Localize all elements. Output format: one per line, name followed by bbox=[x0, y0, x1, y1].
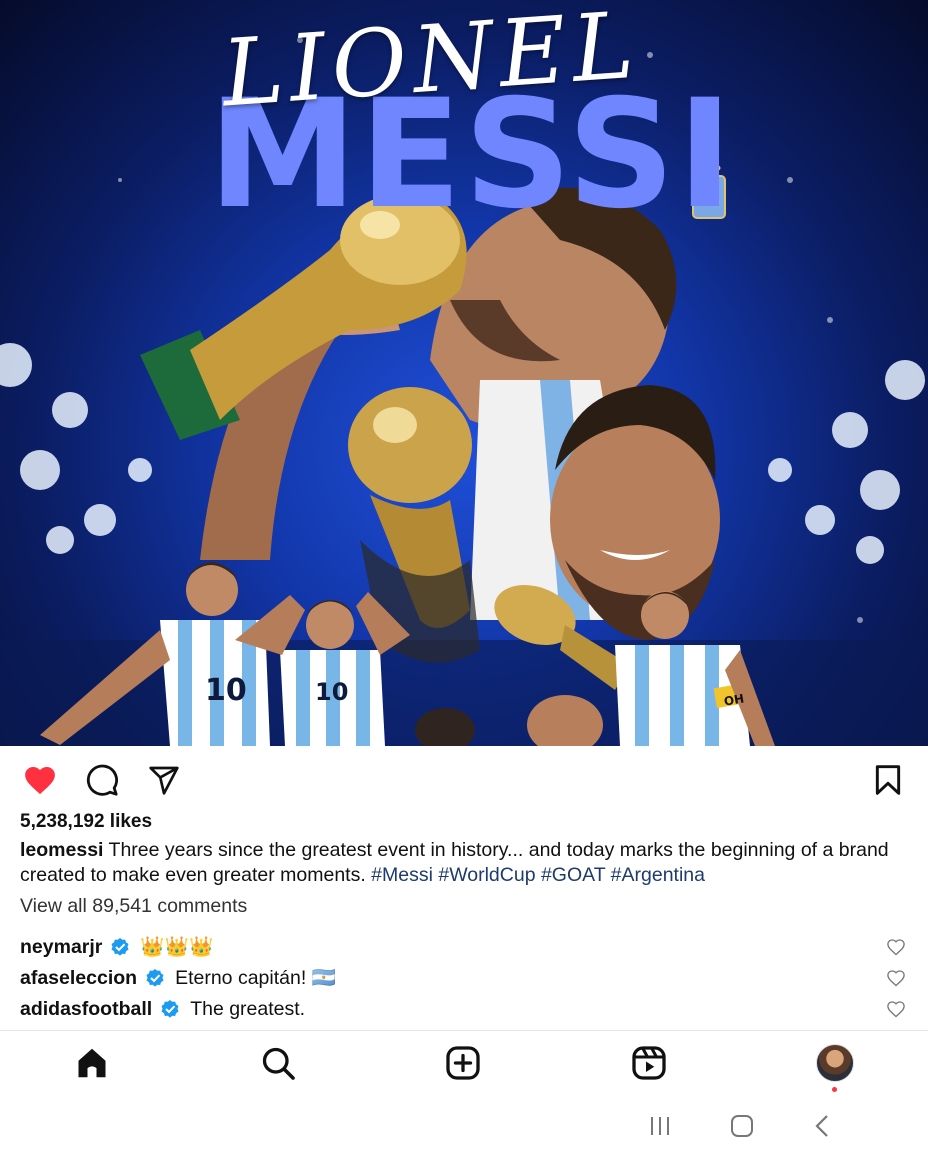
nav-home[interactable] bbox=[72, 1043, 112, 1083]
heart-icon bbox=[25, 766, 55, 795]
share-button[interactable] bbox=[144, 760, 184, 800]
search-icon bbox=[262, 1047, 295, 1080]
home-button-icon bbox=[731, 1115, 753, 1137]
likes-count[interactable]: 5,238,192 likes bbox=[20, 811, 152, 833]
nav-search[interactable] bbox=[258, 1043, 298, 1083]
profile-notification-dot bbox=[832, 1087, 837, 1092]
system-navigation-bar bbox=[0, 1097, 928, 1152]
reels-icon bbox=[632, 1046, 666, 1080]
comment-text: 👑👑👑 bbox=[140, 936, 214, 958]
bottom-nav-bar bbox=[0, 1031, 928, 1097]
comment-username[interactable]: adidasfootball bbox=[20, 998, 152, 1021]
comment-like-heart-icon[interactable] bbox=[886, 999, 906, 1019]
save-button[interactable] bbox=[868, 760, 908, 800]
profile-avatar bbox=[816, 1044, 854, 1082]
image-title-lionel: LIONEL bbox=[218, 0, 643, 128]
shirt-number-middle: 10 bbox=[315, 678, 348, 706]
back-button[interactable] bbox=[808, 1113, 838, 1139]
comment-like-heart-icon[interactable] bbox=[886, 968, 906, 988]
post-action-bar bbox=[0, 752, 928, 808]
shirt-number-left: 10 bbox=[205, 673, 247, 708]
comment-row: adidasfootball The greatest. bbox=[20, 996, 908, 1022]
comment-row: neymarjr 👑👑👑 bbox=[20, 934, 908, 960]
home-icon bbox=[78, 1048, 106, 1078]
like-button[interactable] bbox=[20, 760, 60, 800]
view-all-comments-link[interactable]: View all 89,541 comments bbox=[20, 895, 247, 918]
bookmark-icon bbox=[875, 765, 901, 795]
comment-icon bbox=[86, 764, 118, 796]
nav-reels[interactable] bbox=[629, 1043, 669, 1083]
post-image[interactable]: AFA 10 10 OH MESSI LIONEL bbox=[0, 0, 928, 746]
verified-badge-icon bbox=[146, 969, 164, 987]
comment-text: Eterno capitán! 🇦🇷 bbox=[175, 967, 336, 989]
post-caption: leomessi Three years since the greatest … bbox=[20, 838, 900, 888]
comment-row: afaseleccion Eterno capitán! 🇦🇷 bbox=[20, 965, 908, 991]
nav-create[interactable] bbox=[443, 1043, 483, 1083]
recent-apps-icon bbox=[651, 1117, 669, 1135]
caption-hashtags[interactable]: #Messi #WorldCup #GOAT #Argentina bbox=[371, 864, 705, 886]
nav-profile[interactable] bbox=[815, 1043, 855, 1083]
caption-username[interactable]: leomessi bbox=[20, 839, 103, 861]
home-button[interactable] bbox=[727, 1113, 757, 1139]
comment-like-heart-icon[interactable] bbox=[886, 937, 906, 957]
verified-badge-icon bbox=[161, 1000, 179, 1018]
comment-text: The greatest. bbox=[190, 997, 306, 1020]
comment-username[interactable]: afaseleccion bbox=[20, 967, 137, 990]
back-icon bbox=[815, 1115, 828, 1137]
recent-apps-button[interactable] bbox=[645, 1113, 675, 1139]
comment-username[interactable]: neymarjr bbox=[20, 936, 102, 959]
send-icon bbox=[149, 766, 179, 795]
create-icon bbox=[446, 1046, 480, 1080]
comment-button[interactable] bbox=[82, 760, 122, 800]
verified-badge-icon bbox=[111, 938, 129, 956]
